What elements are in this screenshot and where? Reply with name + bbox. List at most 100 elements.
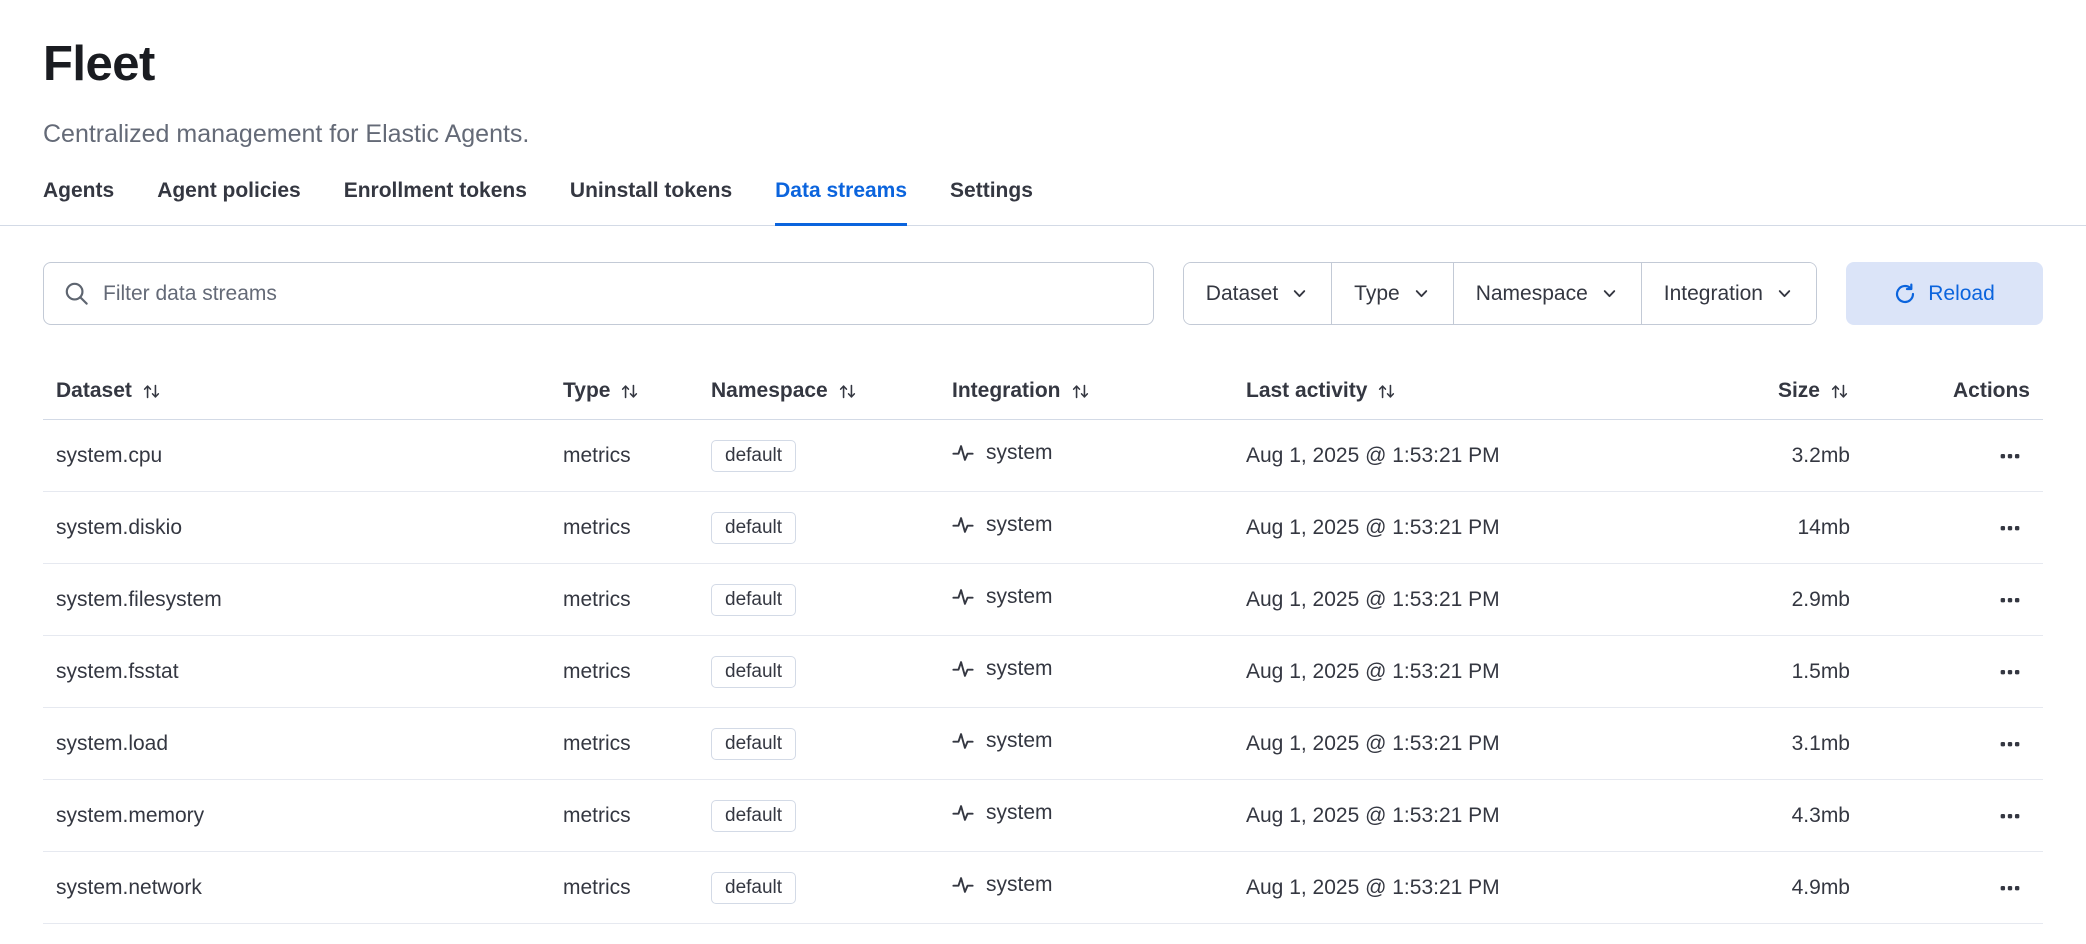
search-box	[43, 262, 1154, 325]
ellipsis-icon	[1999, 733, 2021, 755]
chevron-down-icon	[1600, 284, 1619, 303]
sort-icon	[141, 381, 162, 402]
type-value: metrics	[563, 588, 631, 611]
page-subtitle: Centralized management for Elastic Agent…	[43, 120, 2043, 149]
last-activity-value: Aug 1, 2025 @ 1:53:21 PM	[1246, 660, 1500, 683]
tab-enrollment-tokens[interactable]: Enrollment tokens	[344, 179, 527, 225]
size-value: 4.3mb	[1792, 804, 1850, 827]
size-value: 2.9mb	[1792, 588, 1850, 611]
row-actions-button[interactable]	[1990, 436, 2030, 476]
namespace-badge: default	[711, 872, 796, 904]
last-activity-value: Aug 1, 2025 @ 1:53:21 PM	[1246, 804, 1500, 827]
type-value: metrics	[563, 516, 631, 539]
filter-namespace-label: Namespace	[1476, 282, 1588, 306]
refresh-icon	[1894, 283, 1916, 305]
page-title: Fleet	[43, 36, 2043, 92]
type-value: metrics	[563, 804, 631, 827]
ellipsis-icon	[1999, 445, 2021, 467]
column-header-namespace[interactable]: Namespace	[711, 379, 858, 403]
tabs-divider	[0, 225, 2086, 226]
column-header-type[interactable]: Type	[563, 379, 640, 403]
data-streams-panel: Dataset Type Namespace Integration Reloa…	[0, 262, 2086, 924]
toolbar: Dataset Type Namespace Integration Reloa…	[43, 262, 2043, 325]
namespace-badge: default	[711, 800, 796, 832]
namespace-badge: default	[711, 512, 796, 544]
integration-value: system	[986, 585, 1053, 609]
last-activity-value: Aug 1, 2025 @ 1:53:21 PM	[1246, 516, 1500, 539]
dataset-value: system.network	[56, 876, 202, 899]
filter-namespace-button[interactable]: Namespace	[1453, 263, 1641, 324]
column-header-size[interactable]: Size	[1778, 379, 1850, 403]
ellipsis-icon	[1999, 589, 2021, 611]
table-row: system.diskio metrics default system Aug…	[43, 492, 2043, 564]
tab-data-streams[interactable]: Data streams	[775, 179, 907, 225]
chevron-down-icon	[1290, 284, 1309, 303]
row-actions-button[interactable]	[1990, 652, 2030, 692]
type-value: metrics	[563, 660, 631, 683]
type-value: metrics	[563, 876, 631, 899]
dataset-value: system.filesystem	[56, 588, 222, 611]
sort-icon	[837, 381, 858, 402]
type-value: metrics	[563, 444, 631, 467]
filter-dataset-button[interactable]: Dataset	[1184, 263, 1331, 324]
size-value: 3.1mb	[1792, 732, 1850, 755]
dataset-value: system.cpu	[56, 444, 162, 467]
last-activity-value: Aug 1, 2025 @ 1:53:21 PM	[1246, 588, 1500, 611]
row-actions-button[interactable]	[1990, 868, 2030, 908]
integration-value: system	[986, 657, 1053, 681]
filter-type-label: Type	[1354, 282, 1400, 306]
data-streams-table: Dataset Type Namespace Integration Last …	[43, 363, 2043, 924]
table-row: system.load metrics default system Aug 1…	[43, 708, 2043, 780]
dataset-value: system.diskio	[56, 516, 182, 539]
column-header-dataset[interactable]: Dataset	[56, 379, 162, 403]
integration-value: system	[986, 729, 1053, 753]
last-activity-value: Aug 1, 2025 @ 1:53:21 PM	[1246, 444, 1500, 467]
row-actions-button[interactable]	[1990, 724, 2030, 764]
size-value: 14mb	[1797, 516, 1850, 539]
row-actions-button[interactable]	[1990, 796, 2030, 836]
reload-label: Reload	[1928, 282, 1995, 306]
activity-icon	[952, 442, 974, 464]
filter-type-button[interactable]: Type	[1331, 263, 1453, 324]
chevron-down-icon	[1412, 284, 1431, 303]
activity-icon	[952, 658, 974, 680]
column-header-integration[interactable]: Integration	[952, 379, 1091, 403]
filter-integration-button[interactable]: Integration	[1641, 263, 1816, 324]
table-row: system.network metrics default system Au…	[43, 852, 2043, 924]
dataset-value: system.load	[56, 732, 168, 755]
tab-settings[interactable]: Settings	[950, 179, 1033, 225]
activity-icon	[952, 802, 974, 824]
sort-icon	[1070, 381, 1091, 402]
column-header-last-activity[interactable]: Last activity	[1246, 379, 1397, 403]
tab-uninstall-tokens[interactable]: Uninstall tokens	[570, 179, 732, 225]
dataset-value: system.memory	[56, 804, 204, 827]
namespace-badge: default	[711, 440, 796, 472]
activity-icon	[952, 514, 974, 536]
table-row: system.filesystem metrics default system…	[43, 564, 2043, 636]
search-input[interactable]	[103, 282, 1133, 306]
size-value: 4.9mb	[1792, 876, 1850, 899]
row-actions-button[interactable]	[1990, 580, 2030, 620]
table-row: system.memory metrics default system Aug…	[43, 780, 2043, 852]
chevron-down-icon	[1775, 284, 1794, 303]
tab-bar: Agents Agent policies Enrollment tokens …	[43, 179, 2043, 225]
type-value: metrics	[563, 732, 631, 755]
page-header: Fleet Centralized management for Elastic…	[0, 0, 2086, 225]
sort-icon	[619, 381, 640, 402]
namespace-badge: default	[711, 656, 796, 688]
filter-dataset-label: Dataset	[1206, 282, 1278, 306]
last-activity-value: Aug 1, 2025 @ 1:53:21 PM	[1246, 732, 1500, 755]
ellipsis-icon	[1999, 661, 2021, 683]
row-actions-button[interactable]	[1990, 508, 2030, 548]
sort-icon	[1376, 381, 1397, 402]
dataset-value: system.fsstat	[56, 660, 179, 683]
integration-value: system	[986, 873, 1053, 897]
tab-agents[interactable]: Agents	[43, 179, 114, 225]
tab-agent-policies[interactable]: Agent policies	[157, 179, 301, 225]
last-activity-value: Aug 1, 2025 @ 1:53:21 PM	[1246, 876, 1500, 899]
reload-button[interactable]: Reload	[1846, 262, 2043, 325]
size-value: 1.5mb	[1792, 660, 1850, 683]
ellipsis-icon	[1999, 517, 2021, 539]
integration-value: system	[986, 801, 1053, 825]
column-header-actions: Actions	[1953, 379, 2030, 402]
